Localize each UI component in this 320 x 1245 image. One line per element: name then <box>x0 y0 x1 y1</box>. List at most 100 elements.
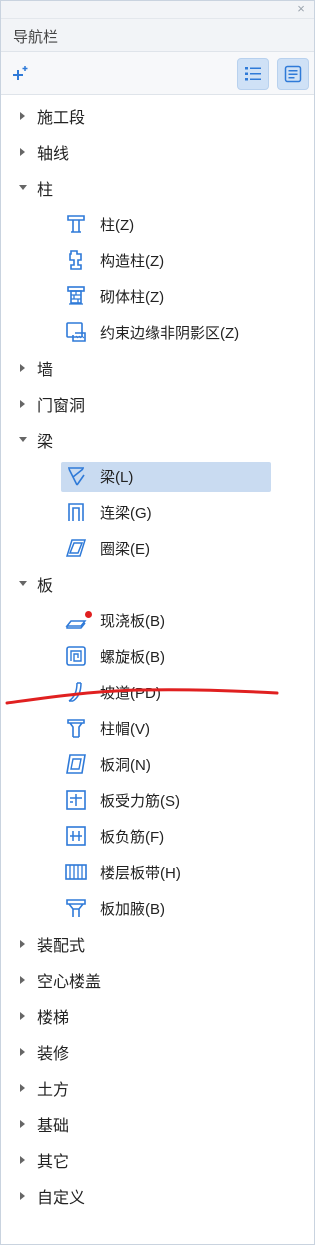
slab-rebar-icon <box>65 789 87 811</box>
red-status-dot <box>85 611 92 618</box>
tree-item-label: 柱帽(V) <box>100 720 150 738</box>
chevron-right-icon[interactable] <box>17 146 29 158</box>
tree-item-label: 坡道(PD) <box>100 684 161 702</box>
panel-title: 导航栏 <box>13 29 59 46</box>
tree-category-6[interactable]: 板 <box>1 566 314 602</box>
chevron-right-icon[interactable] <box>17 1118 29 1130</box>
tree-category-1[interactable]: 轴线 <box>1 134 314 170</box>
cast-slab-icon <box>65 609 87 631</box>
tree-item-2-2[interactable]: 砌体柱(Z) <box>1 278 314 314</box>
tree-item-2-3[interactable]: 约束边缘非阴影区(Z) <box>1 314 314 350</box>
tree-item-label: 连梁(G) <box>100 504 152 522</box>
tree-category-label: 轴线 <box>37 146 70 163</box>
tree-item-6-8[interactable]: 板加腋(B) <box>1 890 314 926</box>
tree-category-4[interactable]: 门窗洞 <box>1 386 314 422</box>
slab-hole-icon <box>65 753 87 775</box>
tree-category-3[interactable]: 墙 <box>1 350 314 386</box>
slab-haunch-icon <box>65 897 87 919</box>
tree-category-label: 基础 <box>37 1118 70 1135</box>
tree-category-0[interactable]: 施工段 <box>1 98 314 134</box>
tree-category-2[interactable]: 柱 <box>1 170 314 206</box>
tree-category-label: 自定义 <box>37 1190 86 1207</box>
tree-category-label: 柱 <box>37 182 54 199</box>
tree-category-13[interactable]: 其它 <box>1 1142 314 1178</box>
tree-category-10[interactable]: 装修 <box>1 1034 314 1070</box>
tree-item-label: 柱(Z) <box>100 216 135 234</box>
tree-category-7[interactable]: 装配式 <box>1 926 314 962</box>
tree-item-label: 圈梁(E) <box>100 540 150 558</box>
chevron-right-icon[interactable] <box>17 1046 29 1058</box>
tree-item-6-4[interactable]: 板洞(N) <box>1 746 314 782</box>
chevron-down-icon[interactable] <box>17 578 29 590</box>
tree-category-12[interactable]: 基础 <box>1 1106 314 1142</box>
list-view-icon <box>245 67 261 81</box>
coupling-beam-icon <box>65 501 87 523</box>
floor-strip-icon <box>65 861 87 883</box>
tree-category-label: 门窗洞 <box>37 398 86 415</box>
detail-view-icon <box>284 65 302 83</box>
chevron-right-icon[interactable] <box>17 1082 29 1094</box>
tree-item-label: 板加腋(B) <box>100 900 165 918</box>
chevron-right-icon[interactable] <box>17 1190 29 1202</box>
add-sparkle-icon[interactable] <box>9 62 31 84</box>
tree-category-14[interactable]: 自定义 <box>1 1178 314 1214</box>
tree-category-label: 空心楼盖 <box>37 974 102 991</box>
tree-item-2-1[interactable]: 构造柱(Z) <box>1 242 314 278</box>
tree-item-6-2[interactable]: 坡道(PD) <box>1 674 314 710</box>
negative-rebar-icon <box>65 825 87 847</box>
chevron-right-icon[interactable] <box>17 1154 29 1166</box>
detail-view-button[interactable] <box>277 58 309 90</box>
chevron-right-icon[interactable] <box>17 398 29 410</box>
tree-item-6-5[interactable]: 板受力筋(S) <box>1 782 314 818</box>
ring-beam-icon <box>65 537 87 559</box>
tree-item-label: 约束边缘非阴影区(Z) <box>100 324 240 342</box>
tree-category-label: 板 <box>37 578 54 595</box>
tree-category-label: 墙 <box>37 362 54 379</box>
selection-highlight <box>61 462 271 492</box>
tree-category-label: 装修 <box>37 1046 70 1063</box>
chevron-down-icon[interactable] <box>17 182 29 194</box>
tree-item-label: 楼层板带(H) <box>100 864 181 882</box>
panel-title-bar: 导航栏 <box>1 19 314 52</box>
close-icon[interactable]: × <box>294 2 308 16</box>
column-cap-icon <box>65 717 87 739</box>
tree-item-label: 板受力筋(S) <box>100 792 180 810</box>
structural-column-icon <box>65 249 87 271</box>
chevron-right-icon[interactable] <box>17 974 29 986</box>
tree-category-label: 其它 <box>37 1154 70 1171</box>
tree-category-9[interactable]: 楼梯 <box>1 998 314 1034</box>
tree-item-5-1[interactable]: 连梁(G) <box>1 494 314 530</box>
chevron-right-icon[interactable] <box>17 362 29 374</box>
tree-item-label: 梁(L) <box>100 468 134 486</box>
tree-category-label: 装配式 <box>37 938 86 955</box>
tree-item-6-1[interactable]: 螺旋板(B) <box>1 638 314 674</box>
tree-item-label: 板洞(N) <box>100 756 151 774</box>
tree-category-label: 土方 <box>37 1082 70 1099</box>
tree-item-5-0[interactable]: 梁(L) <box>1 458 314 494</box>
panel-toolbar <box>1 52 314 95</box>
beam-icon <box>65 465 87 487</box>
tree-item-6-0[interactable]: 现浇板(B) <box>1 602 314 638</box>
tree-item-6-7[interactable]: 楼层板带(H) <box>1 854 314 890</box>
tree-category-5[interactable]: 梁 <box>1 422 314 458</box>
column-icon <box>65 213 87 235</box>
chevron-right-icon[interactable] <box>17 1010 29 1022</box>
list-view-button[interactable] <box>237 58 269 90</box>
tree-item-label: 螺旋板(B) <box>100 648 165 666</box>
panel-topbar: × <box>1 1 314 19</box>
spiral-slab-icon <box>65 645 87 667</box>
tree-item-5-2[interactable]: 圈梁(E) <box>1 530 314 566</box>
chevron-right-icon[interactable] <box>17 938 29 950</box>
tree-category-label: 楼梯 <box>37 1010 70 1027</box>
masonry-column-icon <box>65 285 87 307</box>
tree-item-label: 构造柱(Z) <box>100 252 165 270</box>
tree-item-6-3[interactable]: 柱帽(V) <box>1 710 314 746</box>
tree-item-2-0[interactable]: 柱(Z) <box>1 206 314 242</box>
chevron-down-icon[interactable] <box>17 434 29 446</box>
tree-category-11[interactable]: 土方 <box>1 1070 314 1106</box>
constraint-edge-icon <box>65 321 87 343</box>
chevron-right-icon[interactable] <box>17 110 29 122</box>
tree-category-8[interactable]: 空心楼盖 <box>1 962 314 998</box>
tree-category-label: 施工段 <box>37 110 86 127</box>
tree-item-6-6[interactable]: 板负筋(F) <box>1 818 314 854</box>
